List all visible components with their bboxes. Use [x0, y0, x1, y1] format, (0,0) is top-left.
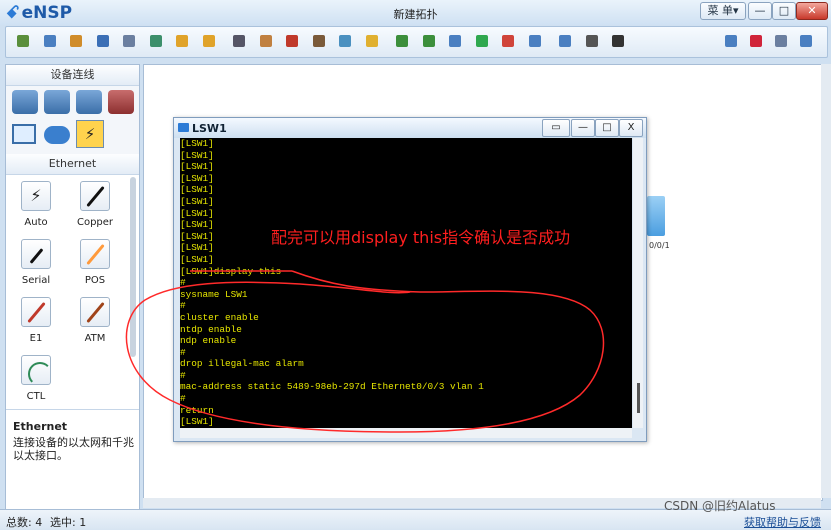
- status-selected: 选中: 1: [50, 516, 87, 529]
- annotation-scribble: [125, 270, 605, 433]
- help-feedback-link[interactable]: 获取帮助与反馈: [744, 514, 821, 530]
- annotation-text: 配完可以用display this指令确认是否成功: [271, 228, 571, 247]
- watermark: CSDN @旧约Alatus: [664, 499, 776, 513]
- status-total: 总数: 4: [6, 516, 43, 529]
